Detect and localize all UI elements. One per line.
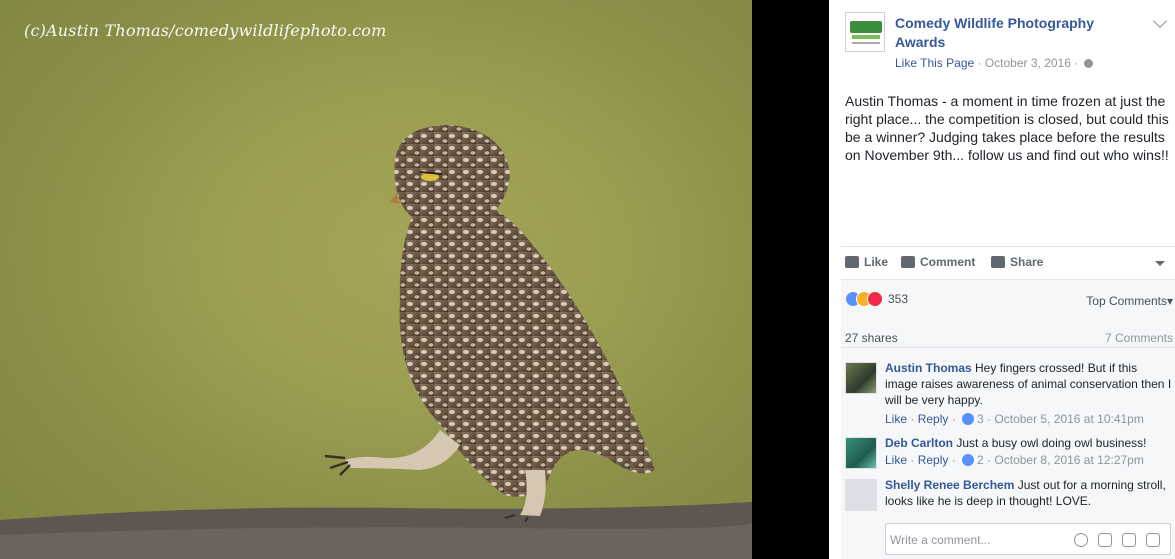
- shares-count-link[interactable]: 27 shares: [845, 331, 898, 345]
- avatar[interactable]: [845, 362, 877, 394]
- comment-button[interactable]: Comment: [901, 255, 975, 269]
- comment-body: Deb Carlton Just a busy owl doing owl bu…: [885, 435, 1173, 451]
- comment-like-link[interactable]: Like: [885, 412, 907, 426]
- like-page-link[interactable]: Like This Page: [895, 56, 974, 70]
- emoji-icon[interactable]: [1074, 533, 1088, 547]
- comment-timestamp[interactable]: October 8, 2016 at 12:27pm: [994, 453, 1143, 467]
- page-logo-avatar[interactable]: [845, 12, 885, 52]
- comment-label: Comment: [920, 255, 976, 269]
- owl-illustration: [0, 125, 752, 559]
- photo-watermark: (c)Austin Thomas/comedywildlifephoto.com: [24, 21, 387, 40]
- avatar[interactable]: [845, 437, 877, 469]
- write-comment-box[interactable]: [885, 523, 1171, 555]
- chevron-down-icon: ▾: [1166, 294, 1173, 308]
- share-label: Share: [1010, 255, 1044, 269]
- globe-icon[interactable]: [1083, 59, 1093, 68]
- post-action-bar: Like Comment Share: [841, 246, 1175, 278]
- reaction-count: 353: [888, 292, 909, 306]
- comment-text: Just a busy owl doing owl business!: [956, 436, 1147, 450]
- comment-author-link[interactable]: Austin Thomas: [885, 361, 972, 375]
- comment-reply-link[interactable]: Reply: [918, 453, 949, 467]
- meta-separator-2: ·: [1070, 56, 1082, 70]
- post-date[interactable]: October 3, 2016: [985, 56, 1071, 70]
- current-user-avatar: [845, 520, 877, 552]
- feedback-section: 353 Top Comments▾ 27 shares 7 Comments A…: [841, 279, 1175, 559]
- like-label: Like: [864, 255, 889, 269]
- photo-viewer: (c)Austin Thomas/comedywildlifephoto.com: [0, 0, 829, 559]
- comment-timestamp[interactable]: October 5, 2016 at 10:41pm: [994, 412, 1143, 426]
- comment-author-link[interactable]: Shelly Renee Berchem: [885, 478, 1014, 492]
- top-comments-label: Top Comments: [1086, 294, 1167, 308]
- like-button[interactable]: Like: [845, 255, 888, 269]
- post-text: Austin Thomas - a moment in time frozen …: [845, 93, 1169, 163]
- like-count-icon: [962, 454, 975, 466]
- meta-separator: ·: [974, 56, 985, 70]
- post-sidebar: Comedy Wildlife Photography Awards Like …: [829, 0, 1175, 559]
- owl-photo[interactable]: (c)Austin Thomas/comedywildlifephoto.com: [0, 0, 752, 559]
- comments-count-link[interactable]: 7 Comments: [1105, 331, 1173, 345]
- share-arrow-icon: [991, 256, 1005, 268]
- avatar[interactable]: [845, 479, 877, 511]
- comment-like-count[interactable]: 3: [977, 412, 984, 426]
- page-name-link[interactable]: Comedy Wildlife Photography Awards: [895, 14, 1135, 52]
- comment-like-count[interactable]: 2: [977, 453, 984, 467]
- camera-icon[interactable]: [1098, 533, 1112, 547]
- comment-body: Shelly Renee Berchem Just out for a morn…: [885, 477, 1173, 509]
- love-reaction-icon: [867, 291, 883, 307]
- like-count-icon: [962, 413, 975, 425]
- comment-like-link[interactable]: Like: [885, 453, 907, 467]
- comment-body: Austin Thomas Hey fingers crossed! But i…: [885, 360, 1173, 408]
- share-button[interactable]: Share: [991, 255, 1043, 269]
- speech-bubble-icon: [901, 256, 915, 268]
- comment-input[interactable]: [890, 531, 1070, 549]
- gif-icon[interactable]: [1122, 533, 1136, 547]
- comment-actions: Like · Reply · 2 · October 8, 2016 at 12…: [885, 453, 1144, 467]
- comment-actions: Like · Reply · 3 · October 5, 2016 at 10…: [885, 412, 1144, 426]
- reactions-summary[interactable]: 353: [845, 291, 908, 309]
- post-meta: Like This Page · October 3, 2016 ·: [895, 56, 1093, 70]
- sticker-icon[interactable]: [1146, 533, 1160, 547]
- comment-author-link[interactable]: Deb Carlton: [885, 436, 953, 450]
- shares-row: 27 shares 7 Comments: [841, 322, 1175, 348]
- post-header: Comedy Wildlife Photography Awards Like …: [845, 12, 1175, 76]
- comment-reply-link[interactable]: Reply: [918, 412, 949, 426]
- share-dropdown-caret-icon[interactable]: [1155, 261, 1165, 266]
- thumbs-up-icon: [845, 256, 859, 268]
- top-comments-dropdown[interactable]: Top Comments▾: [1086, 294, 1173, 308]
